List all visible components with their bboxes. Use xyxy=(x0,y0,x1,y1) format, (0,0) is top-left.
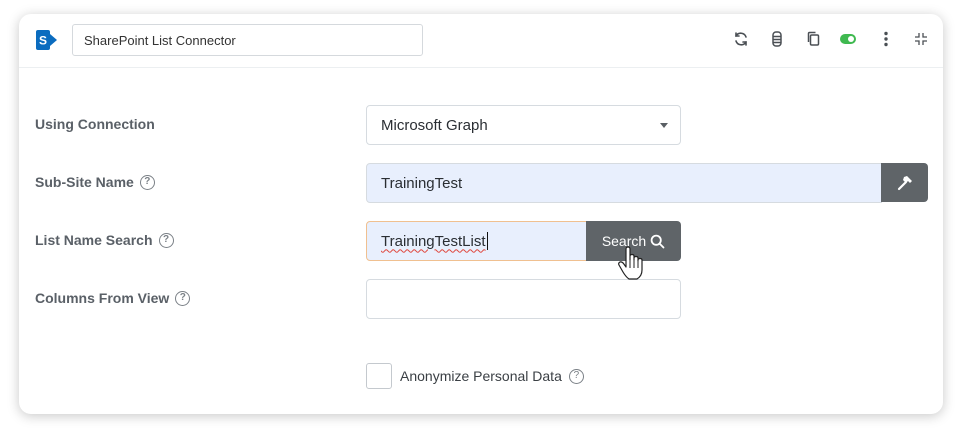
subsite-input[interactable]: TrainingTest xyxy=(366,163,882,203)
help-icon[interactable]: ? xyxy=(158,232,174,248)
anonymize-checkbox[interactable] xyxy=(366,363,392,389)
help-icon[interactable]: ? xyxy=(568,368,584,384)
connector-title-input[interactable]: SharePoint List Connector xyxy=(72,24,423,56)
search-icon xyxy=(650,234,665,248)
subsite-input-value: TrainingTest xyxy=(381,174,463,192)
more-vertical-icon[interactable] xyxy=(876,29,896,49)
columns-input[interactable] xyxy=(366,279,681,319)
database-icon[interactable] xyxy=(767,29,787,49)
hand-pointer-icon xyxy=(618,246,643,280)
anonymize-label: Anonymize Personal Data ? xyxy=(400,366,584,386)
list-search-input-value: TrainingTestList xyxy=(381,232,486,250)
columns-label: Columns From View ? xyxy=(35,288,191,308)
chevron-down-icon xyxy=(660,123,668,128)
connection-label: Using Connection xyxy=(35,116,155,132)
connector-panel: S SharePoint List Connector Using Connec… xyxy=(19,14,943,414)
list-search-input[interactable]: TrainingTestList xyxy=(366,221,588,261)
hammer-icon xyxy=(897,175,912,190)
sharepoint-logo-letter: S xyxy=(39,34,47,48)
panel-header: S SharePoint List Connector xyxy=(19,14,943,68)
text-caret xyxy=(486,232,488,250)
help-icon[interactable]: ? xyxy=(139,174,155,190)
subsite-label: Sub-Site Name ? xyxy=(35,172,155,192)
sharepoint-logo-icon: S xyxy=(36,30,57,50)
connection-select[interactable]: Microsoft Graph xyxy=(366,105,681,145)
connection-select-value: Microsoft Graph xyxy=(381,116,488,134)
connector-title-value: SharePoint List Connector xyxy=(84,32,236,48)
subsite-browse-button[interactable] xyxy=(881,163,928,202)
refresh-icon[interactable] xyxy=(731,29,751,49)
list-search-label: List Name Search ? xyxy=(35,230,174,250)
help-icon[interactable]: ? xyxy=(175,290,191,306)
copy-icon[interactable] xyxy=(803,29,823,49)
collapse-icon[interactable] xyxy=(911,29,931,49)
toggle-on-icon[interactable] xyxy=(838,29,858,49)
